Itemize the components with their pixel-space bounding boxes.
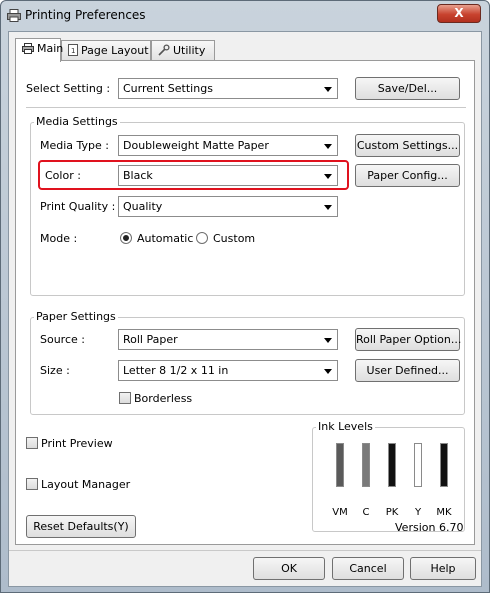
source-value: Roll Paper: [123, 333, 178, 346]
ink-bar-y: [414, 443, 422, 487]
source-label: Source :: [40, 333, 85, 346]
print-preview-label: Print Preview: [41, 437, 113, 450]
layout-manager-label: Layout Manager: [41, 478, 131, 491]
ink-label-c: C: [362, 507, 370, 518]
chevron-down-icon: [324, 205, 332, 210]
tab-page-layout[interactable]: 1 Page Layout: [61, 40, 151, 60]
ink-label-vm: VM: [332, 507, 348, 518]
print-preview-checkbox[interactable]: [26, 437, 38, 449]
ink-label-mk: MK: [436, 507, 452, 518]
borderless-checkbox[interactable]: [119, 392, 131, 404]
layout-manager-checkbox[interactable]: [26, 478, 38, 490]
size-dropdown[interactable]: Letter 8 1/2 x 11 in: [118, 360, 338, 381]
printer-icon: [22, 43, 34, 54]
ink-levels-title: Ink Levels: [316, 420, 375, 433]
version-text: Version 6.70: [395, 521, 464, 534]
tab-main[interactable]: Main: [15, 38, 64, 62]
separator: [26, 107, 466, 108]
paper-settings-title: Paper Settings: [34, 310, 118, 323]
roll-paper-option-button[interactable]: Roll Paper Option...: [355, 328, 461, 351]
ink-bar-pk: [388, 443, 396, 487]
chevron-down-icon: [324, 87, 332, 92]
chevron-down-icon: [324, 174, 332, 179]
tab-main-label: Main: [37, 42, 64, 55]
printer-icon: [7, 9, 21, 22]
ink-bar-mk: [440, 443, 448, 487]
chevron-down-icon: [324, 144, 332, 149]
mode-automatic-label: Automatic: [137, 232, 194, 245]
borderless-label: Borderless: [134, 392, 193, 405]
source-dropdown[interactable]: Roll Paper: [118, 329, 338, 350]
paper-config-button[interactable]: Paper Config...: [355, 164, 460, 187]
title-bar[interactable]: Printing Preferences X: [1, 1, 489, 29]
separator: [9, 550, 481, 551]
main-tab-page: Select Setting : Current Settings Save/D…: [15, 60, 475, 545]
ok-button[interactable]: OK: [253, 557, 325, 580]
ink-bar-c: [362, 443, 370, 487]
tab-utility[interactable]: Utility: [151, 40, 215, 60]
color-value: Black: [123, 169, 153, 182]
media-type-label: Media Type :: [40, 139, 110, 152]
ink-label-pk: PK: [385, 507, 399, 518]
color-dropdown[interactable]: Black: [118, 165, 338, 186]
mode-label: Mode :: [40, 232, 78, 245]
window-title: Printing Preferences: [25, 8, 146, 22]
select-setting-label: Select Setting :: [26, 82, 111, 95]
mode-custom-radio[interactable]: [196, 232, 208, 244]
page-icon: 1: [68, 44, 78, 56]
color-label: Color :: [45, 169, 81, 182]
save-del-button[interactable]: Save/Del...: [355, 77, 460, 100]
media-settings-title: Media Settings: [34, 115, 120, 128]
mode-custom-label: Custom: [213, 232, 256, 245]
print-quality-dropdown[interactable]: Quality: [118, 196, 338, 217]
tab-page-layout-label: Page Layout: [81, 44, 149, 57]
dialog-body: Main 1 Page Layout Utility Select Settin…: [8, 31, 482, 587]
ink-bar-vm: [336, 443, 344, 487]
print-quality-value: Quality: [123, 200, 163, 213]
select-setting-value: Current Settings: [123, 82, 213, 95]
select-setting-dropdown[interactable]: Current Settings: [118, 78, 338, 99]
chevron-down-icon: [324, 369, 332, 374]
size-label: Size :: [40, 364, 70, 377]
size-value: Letter 8 1/2 x 11 in: [123, 364, 229, 377]
media-type-value: Doubleweight Matte Paper: [123, 139, 269, 152]
media-type-dropdown[interactable]: Doubleweight Matte Paper: [118, 135, 338, 156]
reset-defaults-button[interactable]: Reset Defaults(Y): [26, 515, 136, 538]
svg-text:1: 1: [71, 47, 75, 55]
user-defined-button[interactable]: User Defined...: [355, 359, 460, 382]
tab-utility-label: Utility: [173, 44, 206, 57]
wrench-icon: [158, 44, 170, 56]
help-button[interactable]: Help: [410, 557, 476, 580]
printing-preferences-window: Printing Preferences X Main 1 Page Layou…: [0, 0, 490, 593]
cancel-button[interactable]: Cancel: [332, 557, 404, 580]
ink-label-y: Y: [414, 507, 422, 518]
print-quality-label: Print Quality :: [40, 200, 116, 213]
custom-settings-button[interactable]: Custom Settings...: [355, 134, 460, 157]
close-button[interactable]: X: [437, 4, 481, 23]
chevron-down-icon: [324, 338, 332, 343]
mode-automatic-radio[interactable]: [120, 232, 132, 244]
